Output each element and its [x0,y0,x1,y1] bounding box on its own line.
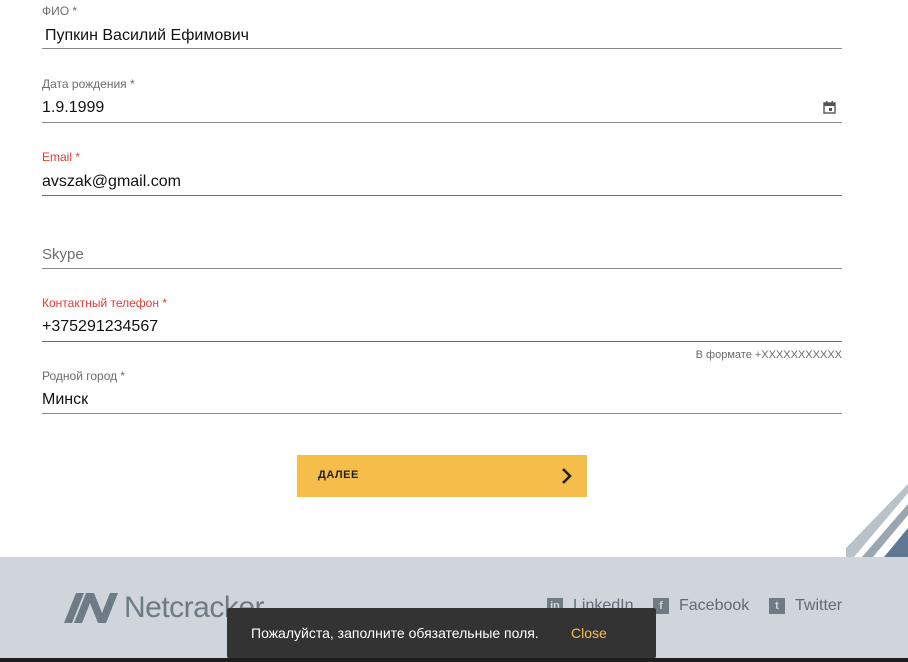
birthdate-underline [42,122,842,123]
city-label: Родной город * [42,369,126,383]
skype-input[interactable]: Skype [42,246,84,263]
toast-close-button[interactable]: Close [571,625,607,641]
email-field: Email * avszak@gmail.com [42,150,842,196]
required-fields-toast: Пожалуйста, заполните обязательные поля.… [227,608,656,658]
email-label: Email * [42,150,81,164]
phone-underline [42,341,842,342]
netcracker-logo-mark [64,593,118,623]
skype-field: Skype [42,223,842,269]
twitter-icon: t [769,598,785,614]
phone-field: Контактный телефон * +375291234567 В фор… [42,296,842,366]
phone-input[interactable]: +375291234567 [42,318,158,336]
next-button[interactable]: ДАЛЕЕ [297,455,587,497]
email-input[interactable]: avszak@gmail.com [42,173,181,191]
phone-label: Контактный телефон * [42,296,167,310]
bottom-edge [0,658,908,662]
email-underline [42,195,842,196]
facebook-label: Facebook [679,597,750,614]
fio-input[interactable]: Пупкин Василий Ефимович [45,27,249,45]
birthdate-field: Дата рождения * 1.9.1999 [42,77,842,123]
chevron-right-icon [562,468,572,484]
city-underline [42,413,842,414]
city-input[interactable]: Минск [42,391,88,409]
toast-message: Пожалуйста, заполните обязательные поля. [251,625,539,641]
birthdate-label: Дата рождения * [42,77,135,91]
birthdate-input[interactable]: 1.9.1999 [42,99,104,117]
calendar-icon[interactable] [823,101,836,114]
fio-field: ФИО * Пупкин Василий Ефимович [42,4,842,50]
phone-format-hint: В формате +XXXXXXXXXXX [695,349,842,361]
next-button-label: ДАЛЕЕ [318,469,359,481]
fio-label: ФИО * [42,4,78,18]
city-field: Родной город * Минск [42,369,842,415]
fio-underline [42,48,842,49]
skype-underline [42,268,842,269]
decorative-stripes [846,484,908,557]
twitter-label: Twitter [795,597,843,614]
